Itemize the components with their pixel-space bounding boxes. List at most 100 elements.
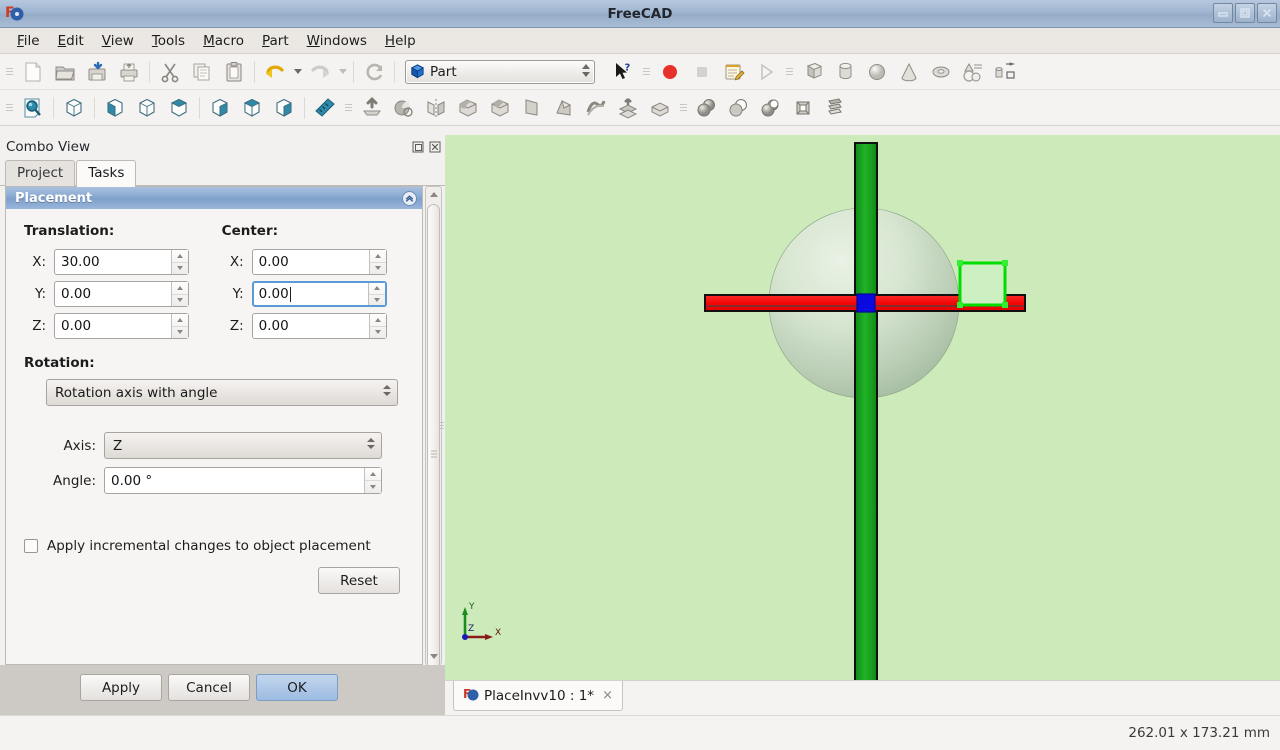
reset-button[interactable]: Reset <box>318 567 400 594</box>
fit-all-icon[interactable] <box>17 93 49 123</box>
center-z-input[interactable]: 0.00 <box>251 313 387 339</box>
revolve-icon[interactable] <box>388 93 420 123</box>
top-view-icon[interactable] <box>131 93 163 123</box>
boolean-icon[interactable] <box>691 93 723 123</box>
undo-dropdown-icon[interactable] <box>291 57 304 87</box>
ruled-surface-icon[interactable] <box>516 93 548 123</box>
union-icon[interactable] <box>755 93 787 123</box>
3d-viewport[interactable]: Y X Z F PlaceInvv10 : 1* × <box>445 135 1280 715</box>
open-document-icon[interactable] <box>49 57 81 87</box>
workbench-selector[interactable]: Part <box>405 59 595 84</box>
rotation-angle-input[interactable]: 0.00 ° <box>104 467 382 494</box>
cut-boolean-icon[interactable] <box>723 93 755 123</box>
copy-icon[interactable] <box>186 57 218 87</box>
create-primitives-icon[interactable] <box>957 57 989 87</box>
bottom-view-icon[interactable] <box>236 93 268 123</box>
whats-this-icon[interactable]: ? <box>607 57 639 87</box>
macro-edit-icon[interactable] <box>718 57 750 87</box>
close-button[interactable] <box>1257 3 1277 23</box>
menu-help[interactable]: Help <box>376 30 425 52</box>
toolbar-grip[interactable] <box>679 97 688 119</box>
apply-button[interactable]: Apply <box>80 674 162 701</box>
rotation-axis-spinner-icon[interactable] <box>367 438 375 449</box>
cylinder-icon[interactable] <box>829 57 861 87</box>
center-x-spinner[interactable] <box>368 250 386 274</box>
refresh-icon[interactable] <box>358 57 390 87</box>
menu-part[interactable]: Part <box>253 30 298 52</box>
center-x-input[interactable]: 0.00 <box>251 249 387 275</box>
paste-icon[interactable] <box>218 57 250 87</box>
tab-project[interactable]: Project <box>5 160 76 186</box>
undock-icon[interactable] <box>411 140 424 153</box>
workbench-spinner-icon[interactable] <box>582 63 590 77</box>
shape-builder-icon[interactable] <box>989 57 1021 87</box>
center-y-spinner[interactable] <box>367 283 385 305</box>
translation-z-input[interactable]: 0.00 <box>54 313 189 339</box>
translation-y-spinner[interactable] <box>171 282 188 306</box>
toolbar-grip[interactable] <box>5 97 14 119</box>
axonometric-icon[interactable] <box>58 93 90 123</box>
split-icon[interactable] <box>819 93 851 123</box>
translation-z-spinner[interactable] <box>171 314 188 338</box>
center-z-spinner[interactable] <box>368 314 386 338</box>
left-view-icon[interactable] <box>268 93 300 123</box>
extrude-icon[interactable] <box>356 93 388 123</box>
toolbar-grip[interactable] <box>5 61 14 83</box>
toolbar-grip[interactable] <box>344 97 353 119</box>
rotation-mode-select[interactable]: Rotation axis with angle <box>46 379 398 406</box>
translation-y-input[interactable]: 0.00 <box>54 281 189 307</box>
ok-button[interactable]: OK <box>256 674 338 701</box>
macro-execute-icon[interactable] <box>750 57 782 87</box>
fillet-icon[interactable] <box>452 93 484 123</box>
translation-x-spinner[interactable] <box>171 250 188 274</box>
incremental-checkbox-row[interactable]: Apply incremental changes to object plac… <box>24 538 404 554</box>
menu-macro[interactable]: Macro <box>194 30 253 52</box>
incremental-checkbox[interactable] <box>24 539 38 553</box>
maximize-button[interactable] <box>1235 3 1255 23</box>
box-icon[interactable] <box>797 57 829 87</box>
placement-header[interactable]: Placement <box>6 187 422 209</box>
panel-splitter[interactable] <box>437 135 445 715</box>
print-document-icon[interactable] <box>113 57 145 87</box>
cone-icon[interactable] <box>893 57 925 87</box>
toolbar-grip[interactable] <box>642 61 651 83</box>
rotation-axis-select[interactable]: Z <box>104 432 382 459</box>
save-document-icon[interactable] <box>81 57 113 87</box>
center-y-input[interactable]: 0.00 <box>251 281 387 307</box>
sweep-icon[interactable] <box>580 93 612 123</box>
mirror-icon[interactable] <box>420 93 452 123</box>
translation-x-input[interactable]: 30.00 <box>54 249 189 275</box>
front-view-icon[interactable] <box>99 93 131 123</box>
rear-view-icon[interactable] <box>204 93 236 123</box>
redo-dropdown-icon[interactable] <box>336 57 349 87</box>
sphere-icon[interactable] <box>861 57 893 87</box>
loft-icon[interactable] <box>548 93 580 123</box>
intersection-icon[interactable] <box>787 93 819 123</box>
chamfer-icon[interactable] <box>484 93 516 123</box>
macro-stop-icon[interactable] <box>686 57 718 87</box>
close-tab-icon[interactable]: × <box>602 688 613 703</box>
measure-icon[interactable] <box>309 93 341 123</box>
macro-record-icon[interactable] <box>654 57 686 87</box>
minimize-button[interactable] <box>1213 3 1233 23</box>
right-view-icon[interactable] <box>163 93 195 123</box>
menu-tools[interactable]: Tools <box>143 30 194 52</box>
document-tab[interactable]: F PlaceInvv10 : 1* × <box>453 681 623 711</box>
cut-icon[interactable] <box>154 57 186 87</box>
new-document-icon[interactable] <box>17 57 49 87</box>
section-icon[interactable] <box>612 93 644 123</box>
undo-icon[interactable] <box>259 57 291 87</box>
menu-edit[interactable]: Edit <box>49 30 93 52</box>
menu-view[interactable]: View <box>93 30 143 52</box>
collapse-chevron-icon[interactable] <box>402 190 417 206</box>
menu-windows[interactable]: Windows <box>298 30 376 52</box>
redo-icon[interactable] <box>304 57 336 87</box>
cancel-button[interactable]: Cancel <box>168 674 250 701</box>
3d-canvas[interactable]: Y X Z <box>445 135 1280 680</box>
menu-file[interactable]: File <box>8 30 49 52</box>
toolbar-grip[interactable] <box>785 61 794 83</box>
cross-sections-icon[interactable] <box>644 93 676 123</box>
rotation-angle-spinner[interactable] <box>364 468 381 493</box>
tab-tasks[interactable]: Tasks <box>76 160 137 187</box>
rotation-mode-spinner-icon[interactable] <box>383 385 391 396</box>
